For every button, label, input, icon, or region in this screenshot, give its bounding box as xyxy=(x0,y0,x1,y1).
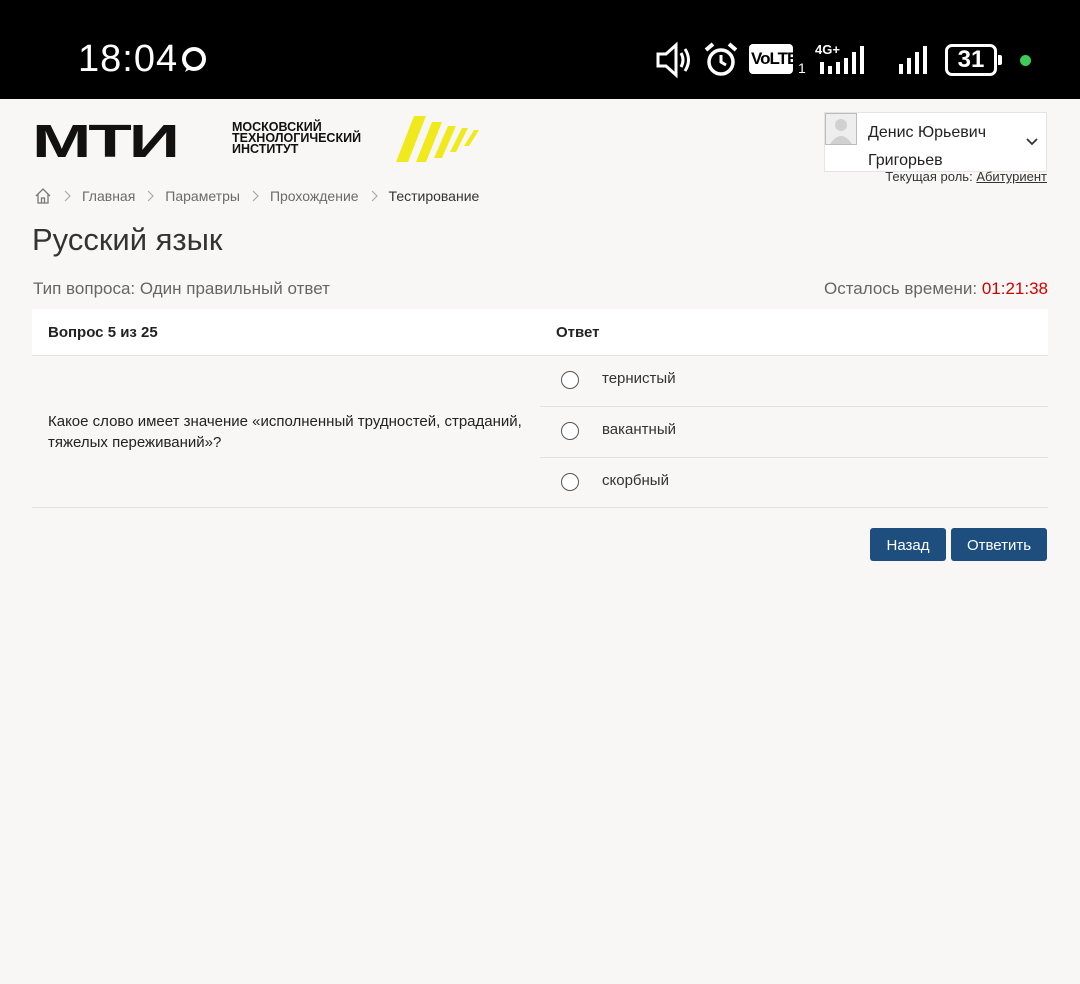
answer-label[interactable]: скорбный xyxy=(602,472,669,489)
volume-icon xyxy=(656,41,690,79)
answer-radio[interactable] xyxy=(561,473,579,491)
alarm-icon xyxy=(704,42,738,76)
breadcrumb-item-testing: Тестирование xyxy=(388,188,480,204)
submit-answer-button[interactable]: Ответить xyxy=(951,528,1047,561)
logo-text: Московский технологический институт xyxy=(232,120,362,156)
chevron-right-icon xyxy=(252,190,259,202)
back-button[interactable]: Назад xyxy=(870,528,946,561)
user-menu[interactable]: Денис Юрьевич Григорьев xyxy=(824,112,1047,172)
chat-notification-icon xyxy=(182,47,206,72)
answer-options: тернистый вакантный скорбный xyxy=(540,356,1048,508)
breadcrumb: Главная Параметры Прохождение Тестирован… xyxy=(34,186,479,206)
table-row: Какое слово имеет значение «исполненный … xyxy=(32,356,1048,508)
chevron-down-icon[interactable] xyxy=(1025,135,1039,149)
time-remaining: Осталось времени: 01:21:38 xyxy=(823,279,1048,298)
logo-wave-icon xyxy=(396,116,479,162)
avatar xyxy=(825,113,857,145)
table-header: Вопрос 5 из 25 Ответ xyxy=(32,309,1048,356)
answer-label[interactable]: вакантный xyxy=(602,421,676,438)
battery-icon: 31 xyxy=(945,44,1002,76)
chevron-right-icon xyxy=(371,190,378,202)
logo[interactable]: МТИ Московский технологический институт xyxy=(32,112,484,164)
answer-radio[interactable] xyxy=(561,422,579,440)
user-name: Денис Юрьевич Григорьев xyxy=(868,124,987,169)
answer-option[interactable]: скорбный xyxy=(540,458,1048,508)
page-title: Русский язык xyxy=(32,222,223,257)
clock: 18:04 xyxy=(78,38,179,80)
volte-badge: VoLTE xyxy=(749,44,798,74)
role-link[interactable]: Абитуриент xyxy=(976,169,1047,184)
sim-number: 1 xyxy=(798,60,806,76)
status-bar: 18:04 VoLTE 1 4G+ 31 xyxy=(0,0,1080,99)
answer-option[interactable]: тернистый xyxy=(540,356,1048,407)
logo-mark: МТИ xyxy=(32,115,180,167)
question-counter: Вопрос 5 из 25 xyxy=(48,324,158,341)
timer-value: 01:21:38 xyxy=(981,279,1048,298)
signal-icon-1 xyxy=(820,46,864,74)
chevron-right-icon xyxy=(64,190,71,202)
question-table: Вопрос 5 из 25 Ответ Какое слово имеет з… xyxy=(32,309,1048,508)
breadcrumb-item-pass[interactable]: Прохождение xyxy=(270,188,359,204)
answer-column-header: Ответ xyxy=(556,324,600,341)
breadcrumb-item-params[interactable]: Параметры xyxy=(165,188,240,204)
breadcrumb-item-home[interactable]: Главная xyxy=(82,188,135,204)
question-type: Тип вопроса: Один правильный ответ xyxy=(33,279,330,298)
chevron-right-icon xyxy=(147,190,155,202)
answer-radio[interactable] xyxy=(561,371,579,389)
signal-icon-2 xyxy=(899,46,927,74)
privacy-indicator-dot xyxy=(1020,55,1031,66)
home-icon[interactable] xyxy=(34,187,52,205)
question-text: Какое слово имеет значение «исполненный … xyxy=(48,412,522,451)
battery-level: 31 xyxy=(957,46,985,73)
answer-label[interactable]: тернистый xyxy=(602,370,676,387)
user-placeholder-icon xyxy=(830,119,852,144)
current-role: Текущая роль: Абитуриент xyxy=(885,169,1047,184)
answer-option[interactable]: вакантный xyxy=(540,407,1048,458)
